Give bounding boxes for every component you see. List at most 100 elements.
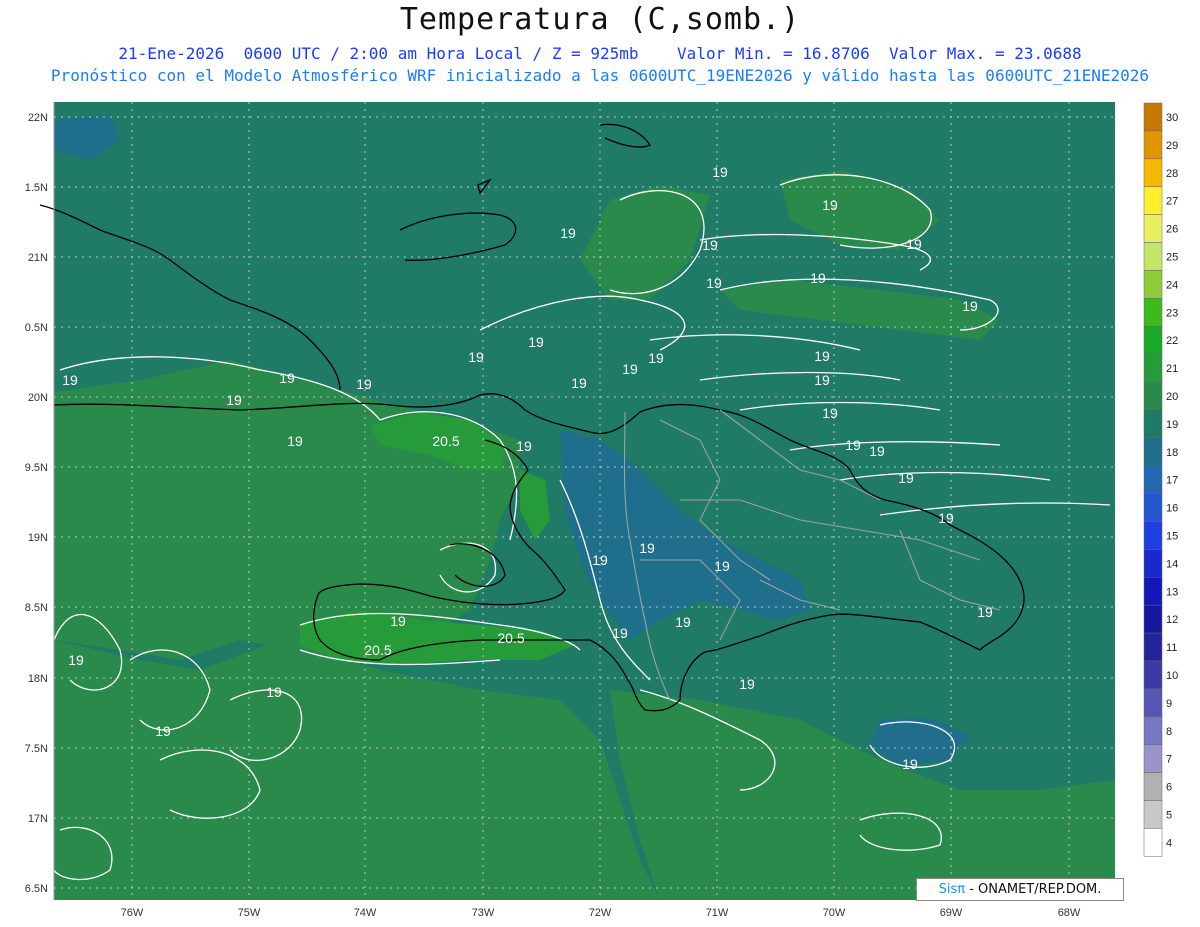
colorbar-label: 11 (1166, 642, 1177, 654)
lon-label: 70W (823, 907, 846, 919)
colorbar-label: 23 (1166, 307, 1178, 319)
colorbar-swatch (1143, 214, 1163, 243)
colorbar-label: 18 (1166, 447, 1178, 459)
colorbar-label: 19 (1166, 419, 1178, 431)
colorbar-label: 13 (1166, 586, 1178, 598)
lon-label: 72W (589, 907, 612, 919)
contour-label: 19 (560, 225, 576, 241)
colorbar-swatch (1143, 549, 1163, 578)
colorbar-swatch (1143, 577, 1163, 606)
contour-label: 19 (869, 443, 885, 459)
colorbar-swatch (1143, 744, 1163, 773)
colorbar-label: 17 (1166, 475, 1178, 487)
lat-label: 21N (28, 252, 48, 264)
colorbar-swatch (1143, 688, 1163, 718)
contour-label: 19 (287, 433, 303, 449)
contour-label: 19 (962, 298, 978, 314)
contour-label: 19 (702, 237, 718, 253)
contour-label: 19 (622, 361, 638, 377)
lat-label: 7.5N (25, 743, 48, 755)
lat-label: 0.5N (25, 322, 48, 334)
contour-label: 20.5 (432, 433, 459, 449)
contour-label: 19 (739, 676, 755, 692)
contour-label: 19 (68, 652, 84, 668)
colorbar-swatch (1143, 158, 1163, 187)
lat-label: 6.5N (25, 883, 48, 895)
contour-label: 19 (814, 348, 830, 364)
lon-label: 75W (238, 907, 261, 919)
colorbar-label: 29 (1166, 140, 1178, 152)
colorbar-swatch (1143, 437, 1163, 466)
contour-label: 19 (845, 437, 861, 453)
lat-label: 17N (28, 813, 48, 825)
colorbar-label: 30 (1166, 112, 1178, 124)
lon-label: 76W (121, 907, 144, 919)
colorbar-swatch (1143, 102, 1163, 132)
contour-label: 19 (938, 510, 954, 526)
colorbar-label: 24 (1166, 279, 1178, 291)
contour-label: 19 (814, 372, 830, 388)
colorbar-swatch (1143, 800, 1163, 829)
contour-label: 19 (390, 613, 406, 629)
colorbar-label: 22 (1166, 335, 1178, 347)
colorbar-swatch (1143, 409, 1163, 439)
lat-label: 20N (28, 392, 48, 404)
colorbar-label: 6 (1166, 782, 1172, 794)
lat-label: 19N (28, 532, 48, 544)
colorbar-label: 26 (1166, 224, 1178, 236)
colorbar-label: 25 (1166, 251, 1178, 263)
contour-label: 19 (356, 376, 372, 392)
contour-label: 19 (279, 370, 295, 386)
colorbar-label: 12 (1166, 614, 1178, 626)
contour-label: 19 (612, 625, 628, 641)
lat-label: 22N (28, 112, 48, 124)
brand-name: Sisπ (938, 882, 966, 897)
contour-label: 19 (639, 540, 655, 556)
colorbar-swatch (1143, 632, 1163, 662)
colorbar-swatch (1143, 270, 1163, 299)
colorbar-label: 20 (1166, 391, 1178, 403)
colorbar-swatch (1143, 660, 1163, 690)
lat-label: 1.5N (25, 182, 48, 194)
brand-badge: Sisπ - ONAMET/REP.DOM. (916, 878, 1124, 901)
contour-label: 19 (648, 350, 664, 366)
contour-label: 19 (516, 438, 532, 454)
colorbar-swatch (1143, 716, 1163, 745)
colorbar-label: 16 (1166, 503, 1178, 515)
contour-label: 19 (822, 197, 838, 213)
contour-label: 19 (226, 392, 242, 408)
colorbar-label: 10 (1166, 670, 1178, 682)
contour-label: 19 (898, 470, 914, 486)
colorbar-label: 7 (1166, 754, 1172, 766)
lon-label: 68W (1058, 907, 1081, 919)
colorbar-label: 14 (1166, 558, 1178, 570)
contour-label: 20.5 (364, 642, 391, 658)
contour-label: 19 (822, 405, 838, 421)
lon-label: 73W (472, 907, 495, 919)
contour-label: 19 (906, 236, 922, 252)
colorbar-swatch (1143, 130, 1163, 160)
contour-label: 19 (571, 375, 587, 391)
colorbar-label: 8 (1166, 726, 1172, 738)
colorbar-swatch (1143, 298, 1163, 327)
lon-label: 71W (706, 907, 729, 919)
contour-label: 19 (528, 334, 544, 350)
colorbar-swatch (1143, 186, 1163, 215)
brand-suffix: - ONAMET/REP.DOM. (965, 882, 1102, 897)
colorbar-swatch (1143, 325, 1163, 355)
contour-label: 19 (902, 756, 918, 772)
lon-label: 74W (354, 907, 377, 919)
latitude-axis: 22N 1.5N 21N 0.5N 20N 9.5N 19N 8.5N 18N … (25, 102, 55, 900)
contour-label: 19 (62, 372, 78, 388)
contour-label: 19 (977, 604, 993, 620)
colorbar-label: 5 (1166, 809, 1172, 821)
colorbar-swatch (1143, 381, 1163, 411)
lat-label: 18N (28, 673, 48, 685)
contour-label: 19 (675, 614, 691, 630)
contour-label: 19 (712, 164, 728, 180)
contour-label: 19 (714, 558, 730, 574)
contour-label: 19 (266, 684, 282, 700)
forecast-map: 22N 1.5N 21N 0.5N 20N 9.5N 19N 8.5N 18N … (25, 102, 1178, 919)
contour-label: 19 (706, 275, 722, 291)
colorbar-swatch (1143, 772, 1163, 801)
